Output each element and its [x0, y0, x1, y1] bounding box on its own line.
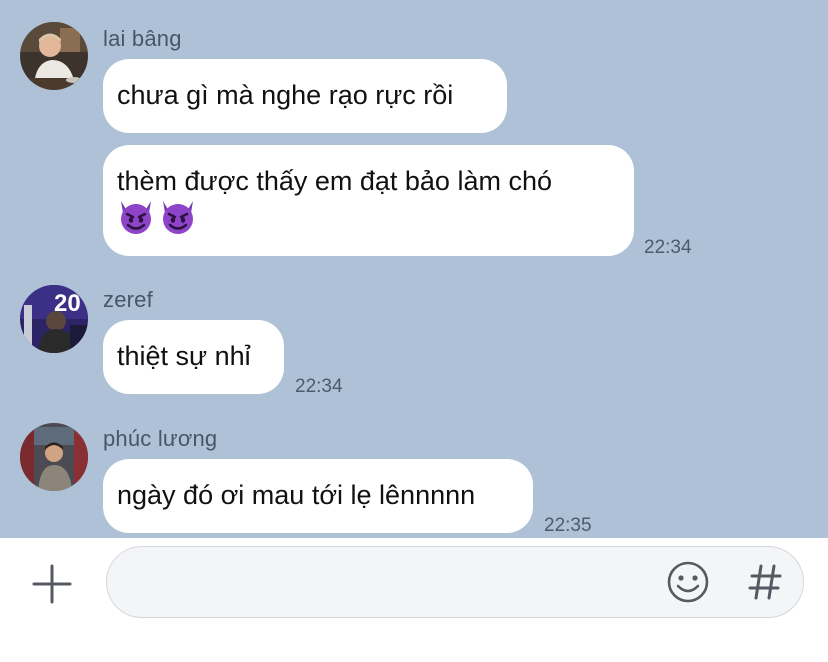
smiling-imp-icon [163, 201, 193, 234]
message-text: chưa gì mà nghe rạo rực rồi [117, 80, 454, 110]
smiley-icon [667, 561, 709, 603]
profile-photo-icon: 20 [20, 285, 88, 353]
profile-photo-icon [20, 423, 88, 491]
avatar-zeref[interactable]: 20 [20, 285, 88, 353]
hash-icon [748, 564, 782, 600]
message-text: thèm được thấy em đạt bảo làm chó [117, 166, 552, 196]
sender-name: zeref [103, 287, 153, 312]
message-bubble[interactable]: thiệt sự nhỉ [103, 320, 284, 394]
message-list[interactable]: lai bâng chưa gì mà nghe rạo rực rồi thè… [0, 0, 828, 538]
attach-button[interactable] [30, 562, 74, 606]
message-bubble[interactable]: ngày đó ơi mau tới lẹ lênnnnn [103, 459, 533, 533]
plus-icon [32, 564, 72, 604]
profile-photo-icon [20, 22, 88, 90]
sender-name: phúc lương [103, 426, 218, 451]
avatar-lai-bang[interactable] [20, 22, 88, 90]
smiling-imp-icon [121, 201, 151, 234]
sender-name: lai bâng [103, 26, 182, 51]
message-timestamp: 22:35 [544, 515, 592, 536]
hashtag-button[interactable] [746, 560, 784, 604]
message-bubble[interactable]: thèm được thấy em đạt bảo làm chó [103, 145, 634, 256]
emoji-button[interactable] [666, 560, 710, 604]
message-text: thiệt sự nhỉ [117, 341, 251, 371]
message-text: ngày đó ơi mau tới lẹ lênnnnn [117, 480, 476, 510]
message-timestamp: 22:34 [295, 376, 343, 397]
avatar-phuc-luong[interactable] [20, 423, 88, 491]
chat-screen: lai bâng chưa gì mà nghe rạo rực rồi thè… [0, 0, 828, 662]
emoji-row [117, 199, 618, 235]
message-timestamp: 22:34 [644, 237, 692, 258]
message-bubble[interactable]: chưa gì mà nghe rạo rực rồi [103, 59, 507, 133]
